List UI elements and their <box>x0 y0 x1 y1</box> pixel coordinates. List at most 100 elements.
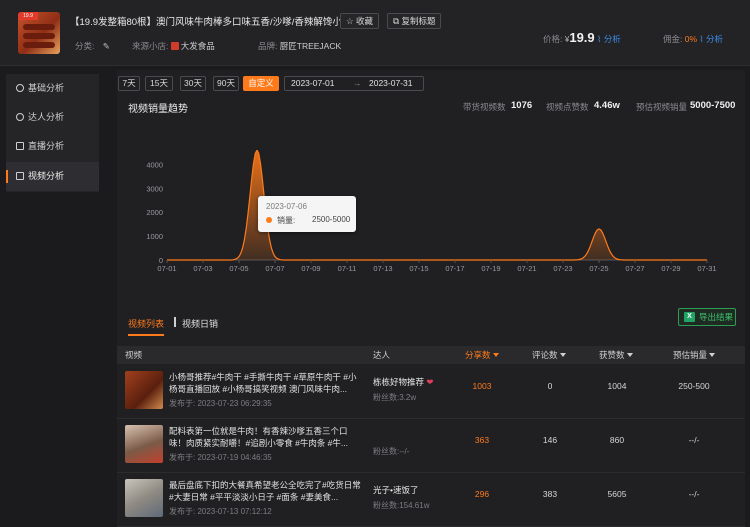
video-icon <box>16 172 24 180</box>
brand-meta: 品牌: 厨匠TREEJACK <box>258 41 342 51</box>
arrow-right-icon: → <box>353 78 362 88</box>
favorite-button[interactable]: ☆ 收藏 <box>340 13 380 29</box>
col-comments[interactable]: 评论数 <box>532 346 566 364</box>
x-tick-label: 07-31 <box>697 264 716 273</box>
likes-value: 4.46w <box>594 100 620 111</box>
commission-analysis-link[interactable]: ⌇ 分析 <box>699 34 723 44</box>
comments-value: 0 <box>547 381 553 391</box>
x-tick-label: 07-23 <box>553 264 572 273</box>
col-likes[interactable]: 获赞数 <box>599 346 633 364</box>
product-title: 【19.9发整箱80根】澳门风味牛肉棒多口味五香/沙嗲/香辣解馋小... <box>70 17 350 28</box>
range-7d[interactable]: 7天 <box>118 76 140 91</box>
sales-value: 250-500 <box>678 381 710 391</box>
influencer-name[interactable]: 栋栋好物推荐 ❤ <box>373 376 434 388</box>
sidebar-item-video[interactable]: 视频分析 <box>6 162 99 191</box>
tab-video-list[interactable]: 视频列表 <box>128 317 165 336</box>
live-icon <box>16 142 24 150</box>
table-row[interactable]: 最后盘底下扣的大餐真希望老公全吃完了#吃货日常 #大妻日常 #平平淡淡小日子 #… <box>117 475 745 527</box>
likes-value: 1004 <box>607 381 627 391</box>
date-range-picker[interactable]: 2023-07-01 → 2023-07-31 <box>284 76 424 91</box>
range-custom[interactable]: 自定义 <box>243 76 279 91</box>
x-tick-label: 07-09 <box>301 264 320 273</box>
sales-label: 预估视频销量 <box>636 102 688 112</box>
video-thumbnail[interactable] <box>125 371 163 409</box>
video-description[interactable]: 最后盘底下扣的大餐真希望老公全吃完了#吃货日常 #大妻日常 #平平淡淡小日子 #… <box>169 479 362 503</box>
sort-icon <box>559 353 566 357</box>
edit-icon[interactable]: ✎ <box>103 41 110 51</box>
likes-value: 860 <box>609 435 625 445</box>
table-header: 视频 达人 分享数 评论数 获赞数 预估销量 <box>117 346 745 364</box>
influencer-fans: 粉丝数:3.2w <box>373 393 417 402</box>
copy-icon: ⧉ <box>393 16 400 26</box>
comments-value: 146 <box>542 435 558 445</box>
range-30d[interactable]: 30天 <box>180 76 206 91</box>
y-tick-label: 2000 <box>146 208 163 217</box>
video-description[interactable]: 小杨哥推荐#牛肉干 #手撕牛肉干 #草原牛肉干 #小杨哥直播回放 #小杨哥搞笑视… <box>169 371 362 395</box>
col-sales[interactable]: 预估销量 <box>673 346 716 364</box>
sidebar-item-basic[interactable]: 基础分析 <box>6 74 99 103</box>
tooltip-value: 2500-5000 <box>312 215 351 224</box>
video-count-value: 1076 <box>511 100 533 111</box>
likes-value: 5605 <box>607 489 627 499</box>
sort-icon <box>626 353 633 357</box>
influencer-name[interactable]: 光子•速饭了 <box>373 484 418 496</box>
date-start[interactable]: 2023-07-01 <box>291 77 334 90</box>
product-header <box>0 0 750 66</box>
sort-desc-icon <box>492 353 499 357</box>
x-tick-label: 07-19 <box>481 264 500 273</box>
col-video: 视频 <box>125 350 143 360</box>
range-15d[interactable]: 15天 <box>145 76 173 91</box>
video-date: 发布于: 2023-07-19 04:46:35 <box>169 453 272 462</box>
x-tick-label: 07-01 <box>157 264 176 273</box>
thumbnail-badge: 19.9 <box>18 12 38 20</box>
col-shares[interactable]: 分享数 <box>465 346 499 364</box>
tab-video-daily[interactable]: 视频日销 <box>182 317 218 330</box>
influencer-fans: 粉丝数:154.61w <box>373 501 430 510</box>
export-button[interactable]: X 导出结果 <box>678 308 736 326</box>
x-tick-label: 07-03 <box>193 264 212 273</box>
sort-icon <box>709 353 716 357</box>
range-90d[interactable]: 90天 <box>213 76 239 91</box>
table-row[interactable]: 配料表第一位就是牛肉！有香辣沙嗲五香三个口味！肉质紧实耐嚼！#追剧小零食 #牛肉… <box>117 421 745 473</box>
x-tick-label: 07-11 <box>338 264 357 273</box>
video-thumbnail[interactable] <box>125 425 163 463</box>
tooltip-dot <box>266 217 272 223</box>
series-area <box>167 150 707 260</box>
sales-value: --/- <box>688 435 700 445</box>
x-tick-label: 07-29 <box>661 264 680 273</box>
copy-title-button[interactable]: ⧉ 复制标题 <box>387 13 442 29</box>
chart-title: 视频销量趋势 <box>128 104 188 115</box>
commission-value: 0% <box>684 34 698 44</box>
star-icon: ☆ <box>346 16 354 26</box>
price-value: 19.9 <box>569 30 595 45</box>
shop-name[interactable]: 大发食品 <box>181 41 215 51</box>
sidebar-item-live[interactable]: 直播分析 <box>6 132 99 161</box>
table-row[interactable]: 小杨哥推荐#牛肉干 #手撕牛肉干 #草原牛肉干 #小杨哥直播回放 #小杨哥搞笑视… <box>117 367 745 419</box>
product-thumbnail[interactable]: 19.9 <box>18 12 60 54</box>
video-date: 发布于: 2023-07-23 06:29:35 <box>169 399 272 408</box>
category-meta: 分类: ✎ <box>75 41 110 51</box>
likes-label: 视频点赞数 <box>546 102 589 112</box>
sidebar-item-influencer[interactable]: 达人分析 <box>6 103 99 132</box>
x-tick-label: 07-27 <box>625 264 644 273</box>
influencer-fans: 粉丝数:--/- <box>373 447 410 456</box>
shares-value: 296 <box>474 489 490 499</box>
sales-trend-chart: 0100020003000400007-01 07-03 07-05 07-07 07-… <box>146 150 717 273</box>
video-description[interactable]: 配料表第一位就是牛肉！有香辣沙嗲五香三个口味！肉质紧实耐嚼！#追剧小零食 #牛肉… <box>169 425 362 449</box>
x-tick-label: 07-07 <box>265 264 284 273</box>
x-tick-label: 07-17 <box>445 264 464 273</box>
user-icon <box>16 113 24 121</box>
video-count-label: 带货视频数 <box>463 102 506 112</box>
x-tick-label: 07-21 <box>517 264 536 273</box>
col-influencer: 达人 <box>373 350 391 360</box>
y-tick-label: 1000 <box>146 232 163 241</box>
sales-value: 5000-7500 <box>690 100 736 111</box>
date-end[interactable]: 2023-07-31 <box>369 77 412 90</box>
price-analysis-link[interactable]: ⌇ 分析 <box>597 34 621 44</box>
comments-value: 383 <box>542 489 558 499</box>
chart-circle-icon <box>16 84 24 92</box>
shop-icon <box>170 42 179 50</box>
heart-icon: ❤ <box>426 377 434 387</box>
brand-name[interactable]: 厨匠TREEJACK <box>280 41 341 51</box>
video-thumbnail[interactable] <box>125 479 163 517</box>
